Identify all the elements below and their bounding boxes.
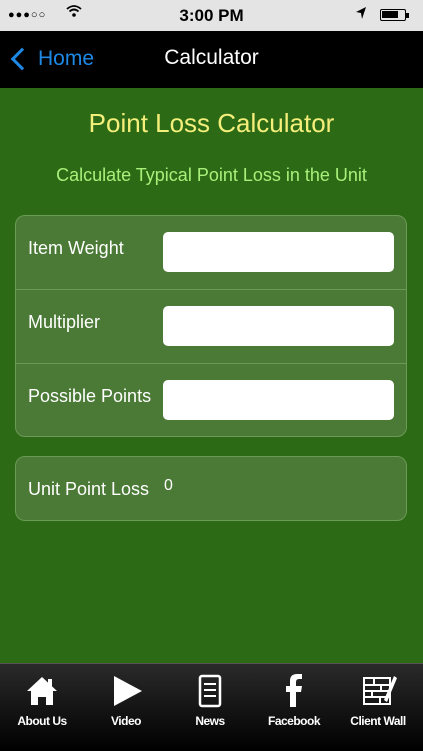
tab-news[interactable]: News [168, 664, 252, 751]
item-weight-row: Item Weight [16, 216, 406, 290]
battery-icon [380, 9, 406, 21]
page-title: Point Loss Calculator [88, 108, 335, 138]
possible-points-label: Possible Points [28, 386, 152, 406]
multiplier-input[interactable] [163, 306, 394, 346]
tab-bar: About Us Video News Facebook Client Wall [0, 663, 423, 751]
unit-point-loss-label: Unit Point Loss [28, 479, 150, 499]
item-weight-label: Item Weight [28, 238, 124, 258]
multiplier-row: Multiplier [16, 290, 406, 364]
play-icon [84, 674, 168, 708]
wall-icon [336, 674, 420, 708]
result-panel: Unit Point Loss 0 [15, 456, 407, 521]
multiplier-label: Multiplier [28, 312, 101, 332]
status-bar: ●●●○○ 3:00 PM [0, 0, 423, 31]
facebook-icon [252, 674, 336, 708]
tab-about-us[interactable]: About Us [0, 664, 84, 751]
possible-points-input[interactable] [163, 380, 394, 420]
home-icon [0, 674, 84, 708]
item-weight-input[interactable] [163, 232, 394, 272]
nav-title: Calculator [164, 46, 259, 69]
tab-facebook[interactable]: Facebook [252, 664, 336, 751]
tab-label: Client Wall [350, 714, 406, 728]
nav-bar: Home Calculator [0, 31, 423, 88]
tab-client-wall[interactable]: Client Wall [336, 664, 420, 751]
battery-tip [406, 13, 409, 18]
calculator-form: Item Weight Multiplier Possible Points [15, 215, 407, 437]
page-subtitle: Calculate Typical Point Loss in the Unit [56, 165, 367, 185]
tab-label: Video [111, 714, 141, 728]
location-icon [355, 6, 367, 23]
tab-label: Facebook [267, 714, 321, 728]
document-icon [168, 674, 252, 708]
tab-video[interactable]: Video [84, 664, 168, 751]
tab-label: News [195, 714, 225, 728]
unit-point-loss-value: 0 [164, 477, 173, 494]
tab-label: About Us [17, 714, 67, 728]
possible-points-row: Possible Points [16, 364, 406, 436]
